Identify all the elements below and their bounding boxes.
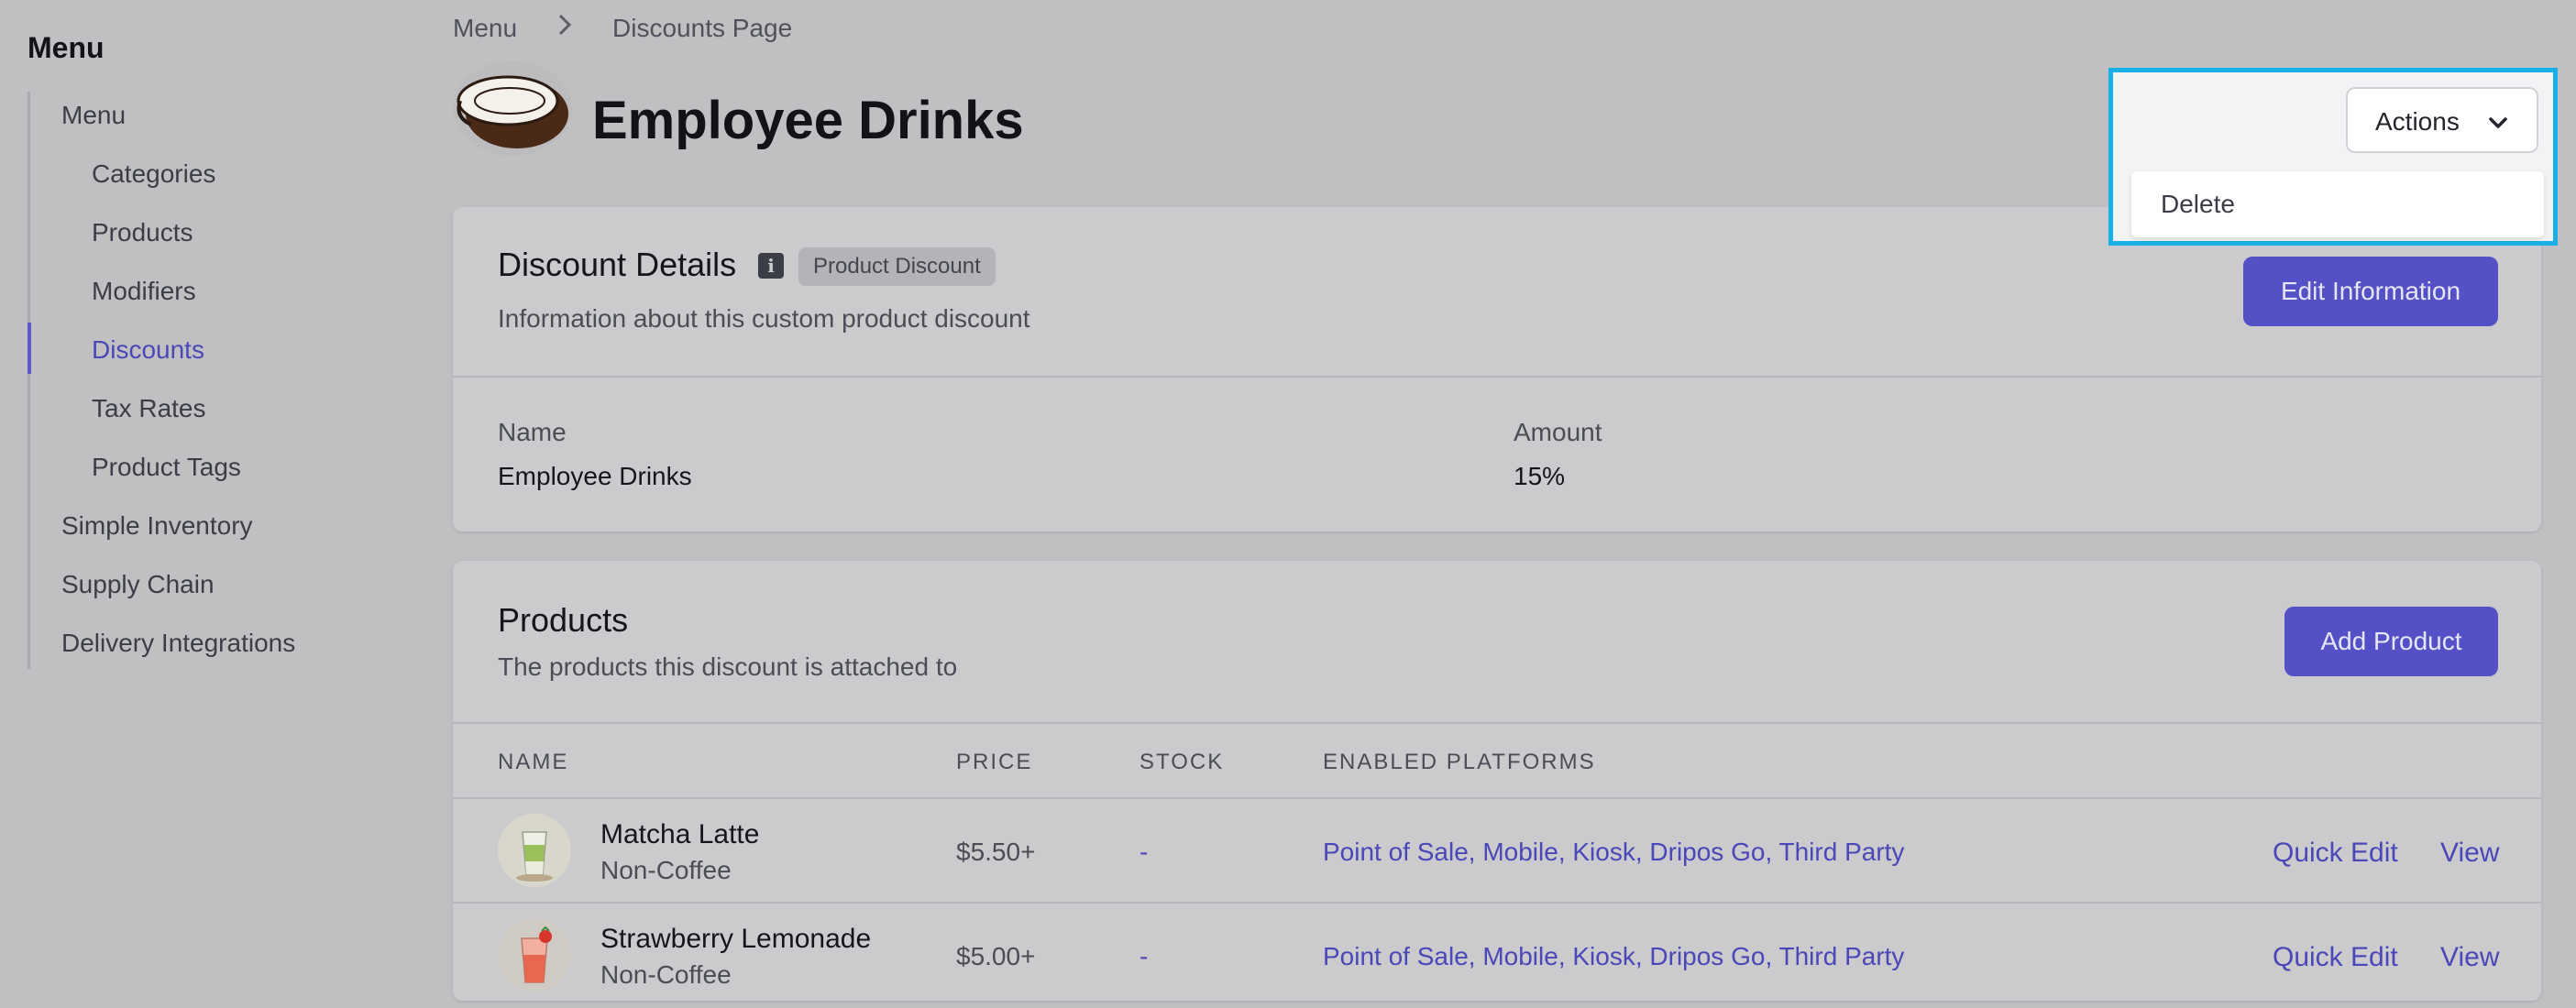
product-thumbnail: [498, 814, 571, 887]
sidebar-item-categories[interactable]: Categories: [92, 159, 215, 189]
product-stock[interactable]: -: [1139, 838, 1148, 867]
sidebar-nav: Menu Categories Products Modifiers Disco…: [28, 92, 415, 669]
active-indicator: [28, 323, 31, 374]
column-header-enabled-platforms[interactable]: ENABLED PLATFORMS: [1323, 750, 1596, 775]
name-label: Name: [498, 418, 567, 446]
products-subtitle: The products this discount is attached t…: [498, 652, 958, 681]
coffee-cup-icon: [453, 60, 572, 156]
sidebar-item-supply-chain[interactable]: Supply Chain: [61, 570, 215, 599]
amount-label: Amount: [1514, 418, 1602, 446]
product-platforms[interactable]: Point of Sale, Mobile, Kiosk, Dripos Go,…: [1323, 942, 1904, 971]
column-header-stock[interactable]: STOCK: [1139, 750, 1224, 775]
sidebar-item-modifiers[interactable]: Modifiers: [92, 277, 196, 306]
product-stock[interactable]: -: [1139, 942, 1148, 971]
amount-value: 15%: [1514, 462, 1566, 490]
product-price: $5.00+: [956, 942, 1036, 970]
product-category: Non-Coffee: [600, 960, 732, 989]
product-name: Matcha Latte: [600, 819, 760, 849]
actions-menu: Delete: [2131, 171, 2544, 237]
page-title: Employee Drinks: [592, 91, 1024, 150]
table-row[interactable]: Matcha Latte Non-Coffee $5.50+ - Point o…: [453, 799, 2541, 904]
chevron-right-icon: [556, 13, 574, 43]
breadcrumb: Menu Discounts Page: [453, 13, 792, 43]
divider: [453, 376, 2541, 378]
view-link[interactable]: View: [2440, 838, 2499, 869]
product-name: Strawberry Lemonade: [600, 924, 872, 954]
divider: [453, 722, 2541, 724]
info-icon[interactable]: i: [758, 253, 784, 279]
sidebar-title: Menu: [28, 31, 105, 64]
discount-details-title: Discount Details: [498, 246, 737, 283]
products-card: Products The products this discount is a…: [453, 561, 2541, 1001]
sidebar-item-tax-rates[interactable]: Tax Rates: [92, 394, 206, 423]
chevron-down-icon: [2487, 111, 2509, 133]
sidebar-item-delivery-integrations[interactable]: Delivery Integrations: [61, 629, 295, 658]
breadcrumb-discounts-page[interactable]: Discounts Page: [612, 14, 792, 43]
product-category: Non-Coffee: [600, 856, 732, 884]
actions-dropdown-panel: Actions Delete: [2108, 68, 2558, 246]
add-product-button[interactable]: Add Product: [2284, 607, 2498, 676]
sidebar-item-menu[interactable]: Menu: [61, 101, 126, 130]
sidebar-item-discounts[interactable]: Discounts: [92, 335, 204, 365]
discount-details-subtitle: Information about this custom product di…: [498, 304, 1030, 333]
name-value: Employee Drinks: [498, 462, 692, 490]
column-header-name[interactable]: NAME: [498, 750, 568, 775]
view-link[interactable]: View: [2440, 942, 2499, 973]
actions-button[interactable]: Actions: [2346, 87, 2538, 153]
delete-menu-item[interactable]: Delete: [2161, 190, 2235, 219]
column-header-price[interactable]: PRICE: [956, 750, 1032, 775]
product-price: $5.50+: [956, 838, 1036, 866]
product-thumbnail: [498, 918, 571, 992]
sidebar-item-product-tags[interactable]: Product Tags: [92, 453, 241, 482]
actions-button-label: Actions: [2375, 107, 2460, 136]
sidebar-item-products[interactable]: Products: [92, 218, 193, 247]
quick-edit-link[interactable]: Quick Edit: [2273, 838, 2398, 869]
sidebar: Menu Menu Categories Products Modifiers …: [0, 0, 431, 993]
discount-details-card: Discount Details i Product Discount Info…: [453, 207, 2541, 531]
breadcrumb-menu[interactable]: Menu: [453, 14, 517, 43]
edit-information-button[interactable]: Edit Information: [2243, 257, 2498, 326]
product-discount-badge: Product Discount: [798, 247, 996, 286]
products-title: Products: [498, 601, 629, 639]
product-platforms[interactable]: Point of Sale, Mobile, Kiosk, Dripos Go,…: [1323, 838, 1904, 867]
table-row[interactable]: Strawberry Lemonade Non-Coffee $5.00+ - …: [453, 904, 2541, 1008]
sidebar-item-simple-inventory[interactable]: Simple Inventory: [61, 511, 253, 541]
quick-edit-link[interactable]: Quick Edit: [2273, 942, 2398, 973]
